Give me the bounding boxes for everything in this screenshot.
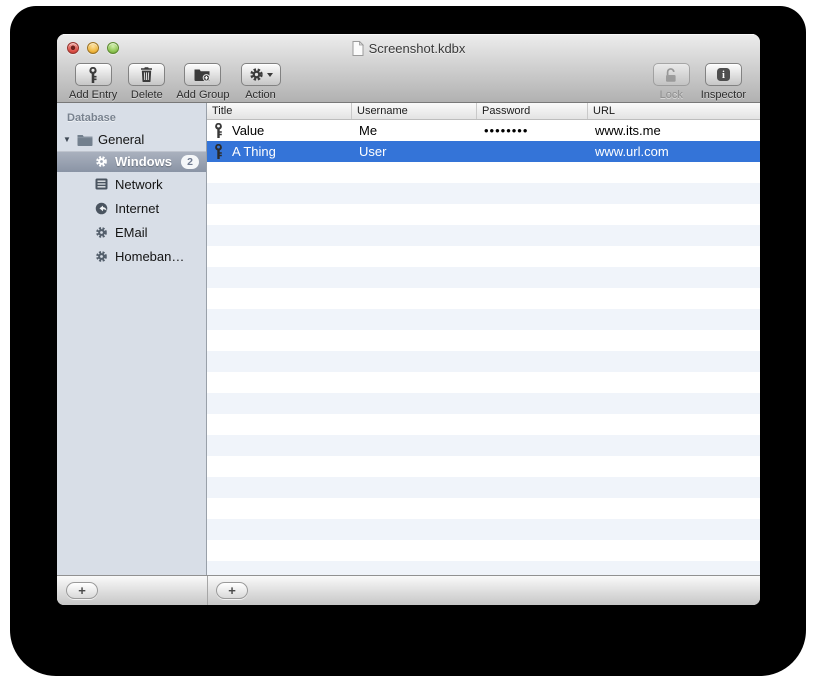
column-header-url[interactable]: URL bbox=[588, 103, 760, 119]
chevron-down-icon bbox=[266, 72, 273, 77]
column-header-username[interactable]: Username bbox=[352, 103, 477, 119]
document-icon bbox=[352, 41, 364, 56]
key-icon bbox=[215, 123, 222, 138]
column-header-title[interactable]: Title bbox=[207, 103, 352, 119]
add-group-plus-button[interactable]: + bbox=[66, 582, 98, 599]
inspector-label: Inspector bbox=[700, 89, 746, 101]
gear-icon bbox=[94, 155, 109, 168]
key-icon bbox=[89, 66, 97, 83]
sidebar-item-label: EMail bbox=[115, 224, 148, 240]
main-content: Database ▼ General Windows 2 Network Int… bbox=[57, 103, 760, 575]
lock-button bbox=[652, 63, 690, 86]
entry-title: Value bbox=[232, 123, 265, 138]
username-cell: User bbox=[359, 144, 387, 159]
sidebar-item-general[interactable]: ▼ General bbox=[57, 129, 206, 150]
folder-icon bbox=[77, 134, 93, 146]
sidebar-item-label: Homeban… bbox=[115, 248, 185, 264]
delete-label: Delete bbox=[130, 89, 163, 101]
sidebar-section-database: Database bbox=[67, 112, 116, 124]
entry-title: A Thing bbox=[232, 144, 276, 159]
disclosure-triangle-icon[interactable]: ▼ bbox=[62, 135, 72, 144]
globe-icon bbox=[94, 202, 109, 215]
titlebar: Screenshot.kdbx bbox=[57, 40, 760, 57]
title-cell: Value bbox=[207, 123, 352, 138]
gear-icon bbox=[94, 226, 109, 239]
column-header-password[interactable]: Password bbox=[477, 103, 588, 119]
table-rows: Value Me •••••••• www.its.me A Thing Use… bbox=[207, 120, 760, 575]
add-group-tool: Add Group bbox=[176, 63, 230, 101]
delete-button[interactable] bbox=[128, 63, 166, 86]
add-entry-tool: Add Entry bbox=[69, 63, 117, 101]
delete-tool: Delete bbox=[128, 63, 166, 101]
svg-text:i: i bbox=[722, 70, 725, 81]
key-icon bbox=[215, 144, 222, 159]
title-cell: A Thing bbox=[207, 144, 352, 159]
trash-icon bbox=[141, 67, 153, 82]
add-group-label: Add Group bbox=[176, 89, 230, 101]
sidebar-item-label: Windows bbox=[115, 154, 172, 169]
pane-divider bbox=[207, 576, 208, 605]
url-cell: www.its.me bbox=[595, 123, 661, 138]
username-cell: Me bbox=[359, 123, 378, 138]
lock-tool: Lock bbox=[652, 63, 690, 101]
app-window: Screenshot.kdbx Add Entry Delete Add Gro… bbox=[57, 34, 760, 605]
toolbar: Add Entry Delete Add Group Action Lock i… bbox=[69, 63, 746, 101]
gear-icon bbox=[249, 68, 263, 81]
lock-label: Lock bbox=[659, 89, 683, 101]
sidebar-item-email[interactable]: EMail bbox=[57, 220, 206, 244]
password-cell: •••••••• bbox=[484, 123, 529, 138]
entry-count-badge: 2 bbox=[181, 154, 199, 169]
sidebar-item-network[interactable]: Network bbox=[57, 172, 206, 196]
sidebar-item-label: Network bbox=[115, 176, 163, 192]
folder-plus-icon bbox=[194, 69, 211, 82]
sidebar-item-homebanking[interactable]: Homeban… bbox=[57, 244, 206, 268]
action-label: Action bbox=[245, 89, 276, 101]
sidebar-item-internet[interactable]: Internet bbox=[57, 196, 206, 220]
table-row[interactable]: Value Me •••••••• www.its.me bbox=[207, 120, 760, 141]
sidebar-item-windows[interactable]: Windows 2 bbox=[57, 151, 206, 172]
unlocked-padlock-icon bbox=[665, 67, 676, 82]
bottom-bar: + + bbox=[57, 575, 760, 605]
add-group-button[interactable] bbox=[184, 63, 222, 86]
table-header: Title Username Password URL bbox=[207, 103, 760, 120]
action-tool: Action bbox=[240, 63, 281, 101]
table-row-selected[interactable]: A Thing User www.url.com bbox=[207, 141, 760, 162]
window-title: Screenshot.kdbx bbox=[368, 41, 466, 56]
add-entry-button[interactable] bbox=[74, 63, 112, 86]
sidebar-item-label: General bbox=[98, 132, 145, 147]
url-cell: www.url.com bbox=[595, 144, 669, 159]
network-icon bbox=[94, 178, 109, 190]
inspector-tool: i Inspector bbox=[701, 63, 746, 101]
sidebar-item-label: Internet bbox=[115, 200, 160, 216]
window-chrome: Screenshot.kdbx Add Entry Delete Add Gro… bbox=[57, 34, 760, 103]
info-icon: i bbox=[716, 68, 730, 81]
sidebar: Database ▼ General Windows 2 Network Int… bbox=[57, 103, 207, 575]
add-entry-plus-button[interactable]: + bbox=[216, 582, 248, 599]
action-button[interactable] bbox=[240, 63, 281, 86]
entry-table: Title Username Password URL Value Me •••… bbox=[207, 103, 760, 575]
inspector-button[interactable]: i bbox=[704, 63, 742, 86]
gear-icon bbox=[94, 250, 109, 263]
add-entry-label: Add Entry bbox=[69, 89, 118, 101]
